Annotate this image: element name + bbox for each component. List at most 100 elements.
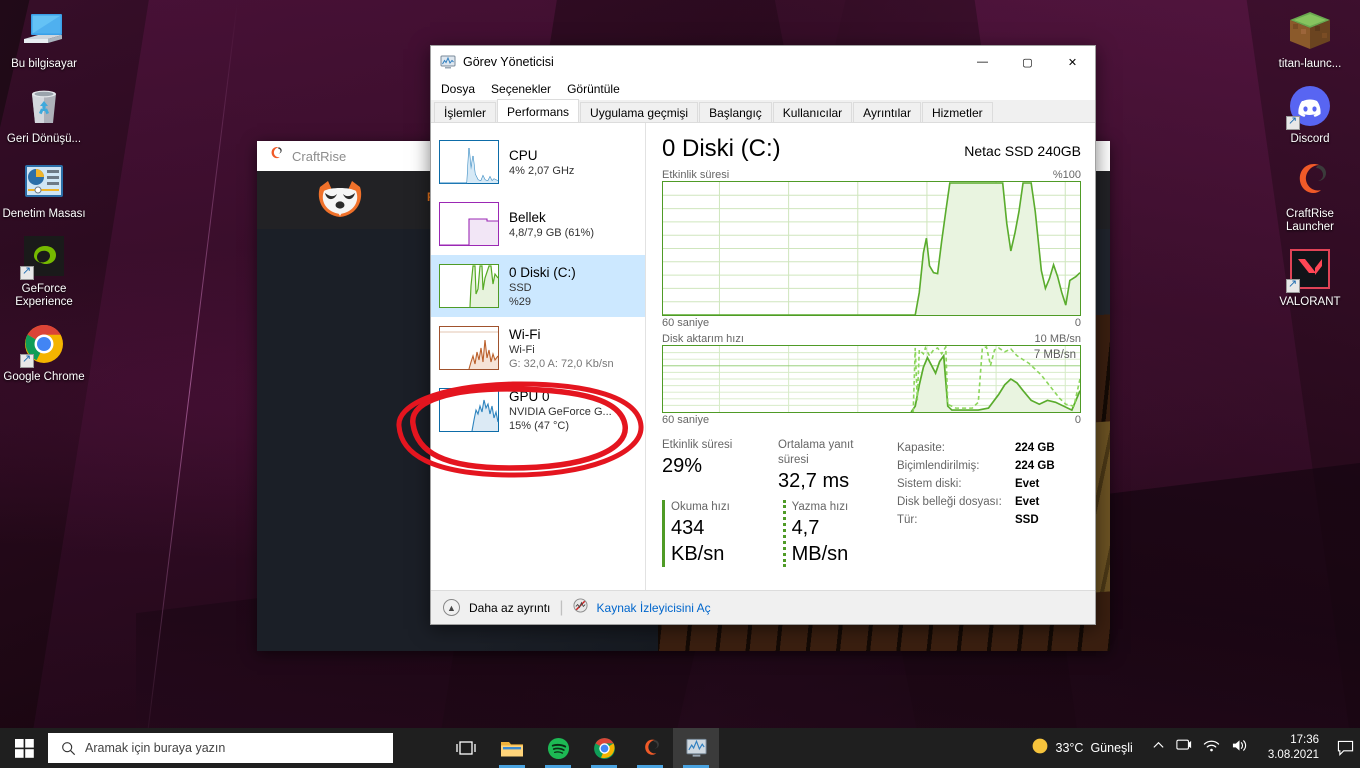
resource-name: Wi-Fi — [509, 326, 541, 342]
this-pc-icon — [21, 8, 67, 54]
property-row: Sistem diski: Evet — [897, 475, 1081, 493]
chrome-icon — [593, 737, 615, 759]
stat-label: Okuma hızı — [671, 501, 730, 513]
task-view-button[interactable] — [443, 728, 489, 768]
stat-value: 4,7 MB/sn — [791, 517, 849, 565]
wifi-icon[interactable] — [1203, 739, 1220, 758]
resource-item-wifi[interactable]: Wi-Fi Wi-Fi G: 32,0 A: 72,0 Kb/sn — [431, 317, 645, 379]
task-manager-icon — [685, 738, 707, 757]
maximize-button[interactable]: ▢ — [1005, 46, 1050, 78]
minimize-button[interactable]: — — [960, 46, 1005, 78]
desktop-icon-valorant[interactable]: VALORANT — [1268, 246, 1352, 309]
gpu-mini-graph — [439, 388, 499, 432]
desktop-icon-label: Google Chrome — [3, 371, 85, 383]
disk-properties: Kapasite: 224 GB Biçimlendirilmiş: 224 G… — [877, 438, 1081, 567]
tab-ayrintilar[interactable]: Ayrıntılar — [853, 102, 921, 122]
resource-name: CPU — [509, 147, 538, 163]
volume-icon[interactable] — [1231, 738, 1248, 758]
tab-performans[interactable]: Performans — [497, 99, 580, 122]
property-value: Evet — [1015, 478, 1040, 490]
resource-name: GPU 0 — [509, 388, 550, 404]
resource-throughput: G: 32,0 A: 72,0 Kb/sn — [509, 357, 614, 370]
craftrise-icon — [267, 145, 284, 167]
desktop-icon-label: titan-launc... — [1278, 58, 1342, 70]
tab-islemler[interactable]: İşlemler — [434, 102, 497, 122]
resource-item-cpu[interactable]: CPU 4% 2,07 GHz — [431, 131, 645, 193]
desktop-icon-craftrise-launcher[interactable]: CraftRise Launcher — [1268, 158, 1352, 234]
weather-condition: Güneşli — [1090, 741, 1133, 755]
task-manager-titlebar[interactable]: Görev Yöneticisi — ▢ ✕ — [431, 46, 1095, 78]
clock-time: 17:36 — [1290, 734, 1319, 746]
nvidia-icon[interactable] — [1176, 738, 1192, 758]
chrome-icon — [20, 321, 67, 368]
stat-write-speed: Yazma hızı 4,7 MB/sn — [782, 500, 877, 567]
clock[interactable]: 17:36 3.08.2021 — [1257, 733, 1330, 763]
menu-item-dosya[interactable]: Dosya — [441, 82, 475, 96]
graph1-xlabel: 60 saniye — [662, 317, 710, 329]
tab-uygulama-gecmisi[interactable]: Uygulama geçmişi — [580, 102, 699, 122]
cpu-mini-graph — [439, 140, 499, 184]
resource-detail: NVIDIA GeForce G... — [509, 405, 612, 418]
desktop-icon-geforce-experience[interactable]: GeForce Experience — [2, 233, 86, 309]
resource-usage: %29 — [509, 295, 532, 308]
chevron-up-circle-icon[interactable]: ▲ — [443, 599, 460, 616]
clock-date: 3.08.2021 — [1267, 749, 1319, 761]
desktop-icons-left: Bu bilgisayar Geri Dönüşü... Denetim Mas… — [2, 8, 86, 396]
taskbar-spotify[interactable] — [535, 728, 581, 768]
desktop-icon-label: CraftRise Launcher — [1286, 208, 1334, 233]
desktop-icon-this-pc[interactable]: Bu bilgisayar — [2, 8, 86, 71]
menu-bar: Dosya Seçenekler Görüntüle — [431, 78, 1095, 100]
tab-hizmetler[interactable]: Hizmetler — [921, 102, 993, 122]
close-button[interactable]: ✕ — [1050, 46, 1095, 78]
desktop-icon-discord[interactable]: Discord — [1268, 83, 1352, 146]
tab-bar: İşlemler Performans Uygulama geçmişi Baş… — [431, 99, 1095, 123]
wifi-mini-graph — [439, 326, 499, 370]
start-button[interactable] — [0, 728, 48, 768]
property-key: Biçimlendirilmiş: — [897, 460, 980, 472]
action-center-button[interactable] — [1330, 728, 1360, 768]
open-resource-monitor-link[interactable]: Kaynak İzleyicisini Aç — [597, 601, 711, 615]
graph1-max: %100 — [1052, 169, 1081, 181]
resource-item-bellek[interactable]: Bellek 4,8/7,9 GB (61%) — [431, 193, 645, 255]
taskbar-chrome[interactable] — [581, 728, 627, 768]
desktop-icon-label: Geri Dönüşü... — [6, 133, 82, 145]
menu-item-secenekler[interactable]: Seçenekler — [491, 82, 551, 96]
minecraft-grass-block-icon — [1287, 8, 1333, 54]
desktop-icon-titan-launcher[interactable]: titan-launc... — [1268, 8, 1352, 71]
menu-item-goruntule[interactable]: Görüntüle — [567, 82, 620, 96]
desktop-icon-control-panel[interactable]: Denetim Masası — [2, 158, 86, 221]
resource-detail: SSD — [509, 281, 532, 294]
chevron-up-icon[interactable] — [1152, 739, 1165, 757]
desktop-icon-recycle-bin[interactable]: Geri Dönüşü... — [2, 83, 86, 146]
stat-average-response-time: Ortalama yanıt süresi 32,7 ms — [778, 438, 877, 494]
resource-item-disk-0[interactable]: 0 Diski (C:) SSD %29 — [431, 255, 645, 317]
task-manager-window[interactable]: Görev Yöneticisi — ▢ ✕ Dosya Seçenekler … — [430, 45, 1096, 625]
craftrise-window-title: CraftRise — [292, 148, 347, 164]
activity-time-chart — [662, 181, 1081, 316]
stat-label: Yazma hızı — [791, 501, 849, 513]
property-value: 224 GB — [1015, 460, 1055, 472]
desktop-icon-chrome[interactable]: Google Chrome — [2, 321, 86, 384]
memory-mini-graph — [439, 202, 499, 246]
spotify-icon — [547, 737, 569, 759]
task-view-icon — [456, 741, 476, 755]
stat-label: Etkinlik süresi — [662, 439, 733, 451]
performance-detail-pane: 0 Diski (C:) Netac SSD 240GB Etkinlik sü… — [646, 123, 1095, 590]
property-row: Disk belleği dosyası: Evet — [897, 493, 1081, 511]
weather-widget[interactable]: 33°C Güneşli — [1021, 737, 1143, 760]
file-explorer-icon — [501, 741, 523, 756]
resource-item-gpu-0[interactable]: GPU 0 NVIDIA GeForce G... 15% (47 °C) — [431, 379, 645, 441]
taskbar-file-explorer[interactable] — [489, 728, 535, 768]
task-manager-icon — [440, 54, 456, 70]
graph2-min: 0 — [1074, 414, 1081, 426]
property-value: SSD — [1015, 514, 1039, 526]
search-input[interactable]: Aramak için buraya yazın — [48, 733, 393, 763]
taskbar-task-manager[interactable] — [673, 728, 719, 768]
fewer-details-button[interactable]: Daha az ayrıntı — [469, 601, 550, 615]
resource-name: 0 Diski (C:) — [509, 264, 576, 280]
tab-kullanicilar[interactable]: Kullanıcılar — [772, 102, 853, 122]
graph2-label: Disk aktarım hızı — [662, 333, 744, 345]
property-row: Kapasite: 224 GB — [897, 439, 1081, 457]
taskbar-craftrise[interactable] — [627, 728, 673, 768]
tab-baslangic[interactable]: Başlangıç — [699, 102, 772, 122]
